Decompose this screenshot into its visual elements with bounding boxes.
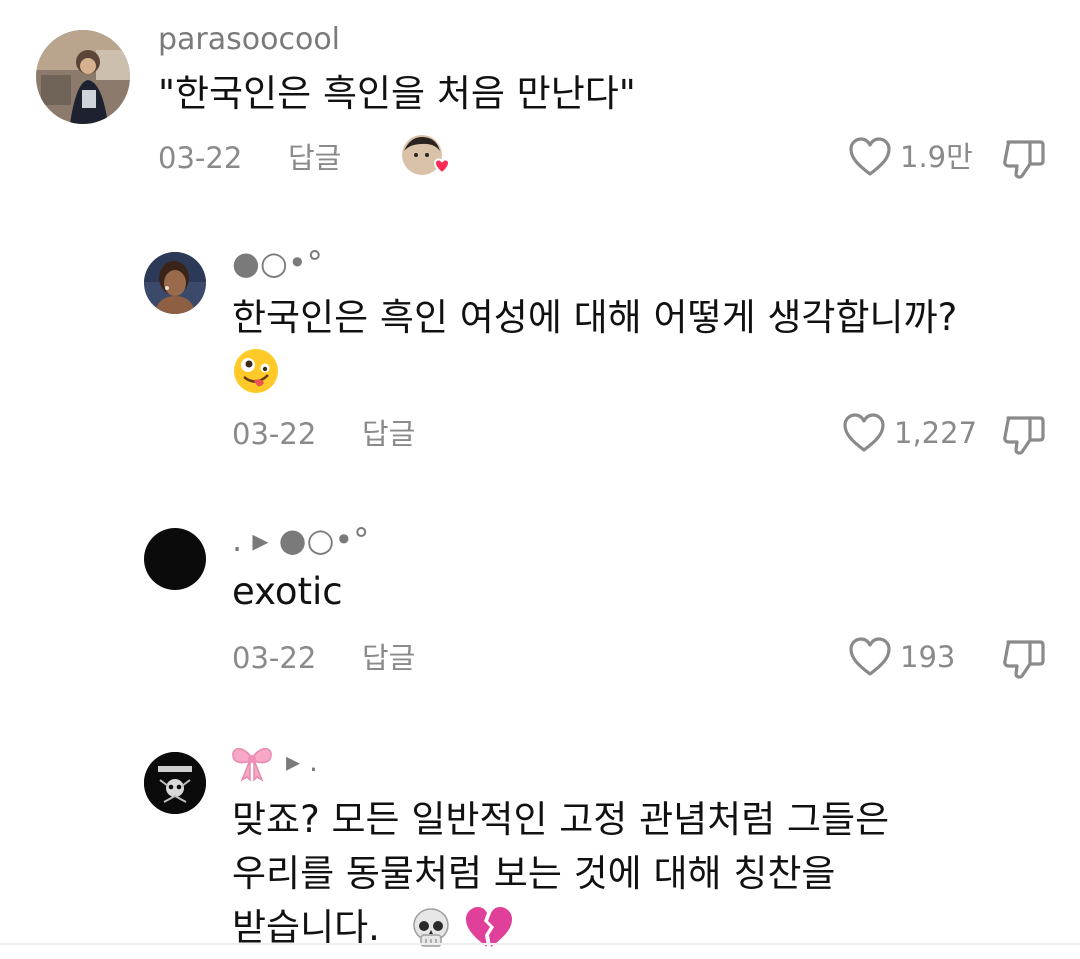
comment-text: 맞죠? 모든 일반적인 고정 관념처럼 그들은 [232,798,890,841]
dislike-button[interactable] [1000,636,1046,686]
like-button[interactable]: 1,227 [842,412,977,454]
like-button[interactable]: 1.9만 [848,136,973,178]
like-count: 1.9만 [900,140,973,174]
comment-item: . ▸ ●○•° exotic 03-22 답글 193 [0,510,1080,710]
avatar[interactable] [36,30,130,124]
comment-item: ●○•° 한국인은 흑인 여성에 대해 어떻게 생각합니까? 03-22 답글 … [0,230,1080,470]
like-count: 193 [900,640,956,674]
comment-date: 03-22 [232,417,317,451]
avatar[interactable] [144,528,206,590]
comment-date: 03-22 [158,141,243,175]
comment-date: 03-22 [232,641,317,675]
zany-face-icon [232,347,280,395]
username[interactable]: . ▸ ●○•° [232,522,369,558]
reply-button[interactable]: 답글 [288,140,341,176]
dislike-button[interactable] [1000,136,1046,186]
heart-icon [849,137,891,176]
comment-item: ▸ . 맞죠? 모든 일반적인 고정 관념처럼 그들은 우리를 동물처럼 보는 … [0,740,1080,949]
thumbs-down-icon [1003,416,1045,455]
thumbs-down-icon [1003,640,1045,679]
username[interactable]: ▸ . [230,742,318,782]
reply-button[interactable]: 답글 [362,416,415,452]
heart-icon [843,413,885,452]
comment-text: "한국인은 흑인을 처음 만난다" [158,72,636,115]
username-suffix: ▸ . [286,745,318,778]
comment-text: 우리를 동물처럼 보는 것에 대해 칭찬을 [232,852,836,895]
username[interactable]: ●○•° [232,245,323,281]
ribbon-icon [232,748,272,782]
creator-liked-badge [400,133,451,179]
like-count: 1,227 [894,416,978,450]
heart-icon [849,637,891,676]
comment-text: 받습니다. [232,906,380,949]
comment-text-last-line: 받습니다. [232,902,514,954]
avatar[interactable] [144,252,206,314]
dislike-button[interactable] [1000,412,1046,462]
comment-text: exotic [232,570,343,613]
like-button[interactable]: 193 [848,636,955,678]
reply-button[interactable]: 답글 [362,640,415,676]
comment-text: 한국인은 흑인 여성에 대해 어떻게 생각합니까? [232,296,958,339]
thumbs-down-icon [1003,140,1045,179]
avatar[interactable] [144,752,206,814]
username[interactable]: parasoocool [158,22,340,58]
comment-item: parasoocool "한국인은 흑인을 처음 만난다" 03-22 답글 1… [0,0,1080,200]
divider [0,943,1080,945]
